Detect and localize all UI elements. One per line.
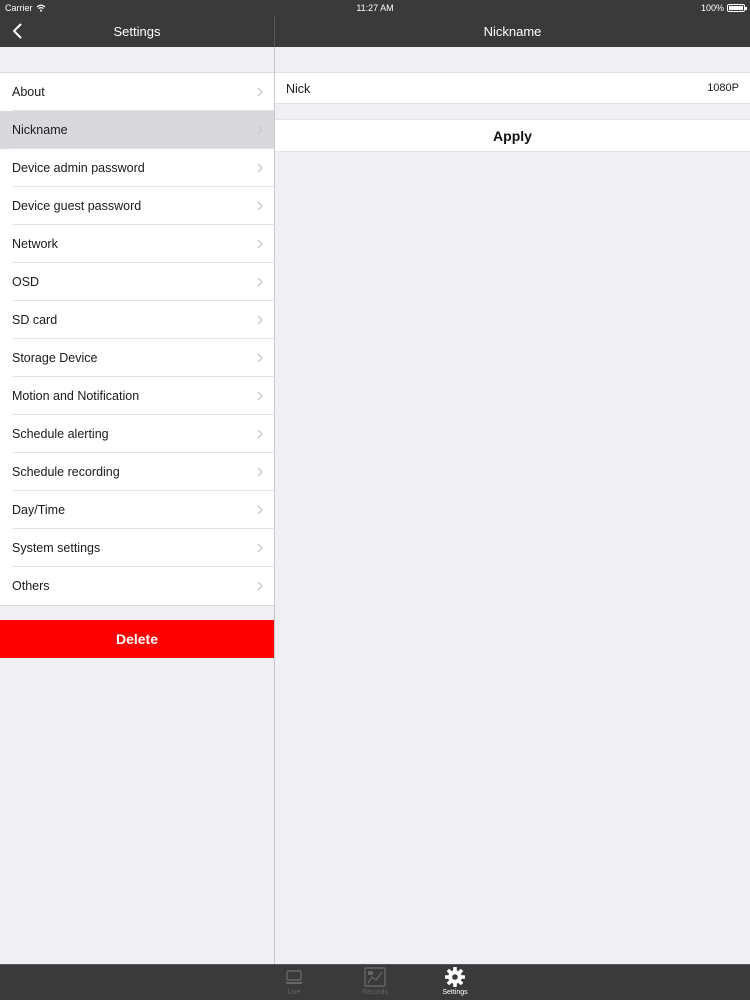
menu-item-label: System settings bbox=[12, 541, 101, 555]
menu-item-label: Device admin password bbox=[12, 161, 145, 175]
nickname-input[interactable] bbox=[286, 80, 666, 98]
settings-menu-item-8[interactable]: Motion and Notification bbox=[0, 377, 274, 415]
chevron-right-icon bbox=[257, 429, 263, 439]
chevron-right-icon bbox=[257, 315, 263, 325]
settings-menu-item-11[interactable]: Day/Time bbox=[0, 491, 274, 529]
menu-item-label: Device guest password bbox=[12, 199, 142, 213]
laptop-icon bbox=[285, 970, 303, 984]
chevron-right-icon bbox=[257, 353, 263, 363]
menu-item-label: Storage Device bbox=[12, 351, 98, 365]
chevron-right-icon bbox=[257, 581, 263, 591]
settings-menu: About Nickname Device admin password Dev… bbox=[0, 72, 274, 606]
tab-records-label: Records bbox=[361, 989, 389, 996]
menu-item-label: About bbox=[12, 85, 45, 99]
chevron-right-icon bbox=[257, 125, 263, 135]
resolution-label: 1080P bbox=[707, 82, 739, 94]
detail-nav: Nickname bbox=[275, 16, 750, 47]
chevron-right-icon bbox=[257, 163, 263, 173]
status-time: 11:27 AM bbox=[356, 3, 394, 13]
settings-menu-item-3[interactable]: Device guest password bbox=[0, 187, 274, 225]
menu-item-label: Nickname bbox=[12, 123, 68, 137]
settings-menu-item-7[interactable]: Storage Device bbox=[0, 339, 274, 377]
master-nav: Settings bbox=[0, 16, 274, 47]
menu-item-label: Motion and Notification bbox=[12, 389, 140, 403]
chevron-right-icon bbox=[257, 277, 263, 287]
menu-item-label: SD card bbox=[12, 313, 58, 327]
tab-live[interactable]: Live bbox=[264, 967, 324, 999]
menu-item-label: Schedule alerting bbox=[12, 427, 109, 441]
chevron-right-icon bbox=[257, 201, 263, 211]
battery-percent: 100% bbox=[700, 3, 724, 13]
master-title: Settings bbox=[113, 24, 161, 39]
menu-item-label: Day/Time bbox=[12, 503, 66, 517]
navigation-bar: Settings Nickname bbox=[0, 16, 750, 47]
settings-menu-item-0[interactable]: About bbox=[0, 73, 274, 111]
chevron-right-icon bbox=[257, 505, 263, 515]
settings-menu-item-4[interactable]: Network bbox=[0, 225, 274, 263]
menu-item-label: Schedule recording bbox=[12, 465, 120, 479]
apply-button[interactable]: Apply bbox=[275, 119, 750, 152]
delete-button[interactable]: Delete bbox=[0, 620, 274, 658]
settings-menu-item-1[interactable]: Nickname bbox=[0, 111, 274, 149]
chevron-right-icon bbox=[257, 543, 263, 553]
records-icon bbox=[364, 967, 386, 987]
menu-item-label: Network bbox=[12, 237, 58, 251]
settings-menu-item-12[interactable]: System settings bbox=[0, 529, 274, 567]
gear-icon bbox=[445, 967, 465, 987]
settings-menu-item-2[interactable]: Device admin password bbox=[0, 149, 274, 187]
chevron-right-icon bbox=[257, 467, 263, 477]
nickname-row: 1080P bbox=[275, 72, 750, 104]
settings-menu-item-13[interactable]: Others bbox=[0, 567, 274, 605]
chevron-right-icon bbox=[257, 239, 263, 249]
tab-records[interactable]: Records bbox=[345, 967, 405, 999]
battery-icon bbox=[727, 4, 747, 12]
detail-title: Nickname bbox=[483, 24, 542, 39]
tab-bar: Live Records Settings bbox=[0, 964, 750, 1000]
settings-menu-item-6[interactable]: SD card bbox=[0, 301, 274, 339]
chevron-right-icon bbox=[257, 87, 263, 97]
status-bar: Carrier 11:27 AM 100% bbox=[0, 0, 750, 16]
tab-settings[interactable]: Settings bbox=[425, 967, 485, 999]
tab-settings-label: Settings bbox=[442, 989, 468, 996]
tab-live-label: Live bbox=[287, 989, 301, 996]
chevron-right-icon bbox=[257, 391, 263, 401]
menu-item-label: OSD bbox=[12, 275, 40, 289]
nickname-detail-pane: 1080P Apply bbox=[275, 47, 750, 964]
battery-indicator: 100% bbox=[700, 3, 747, 13]
settings-master-pane: About Nickname Device admin password Dev… bbox=[0, 47, 274, 964]
settings-menu-item-10[interactable]: Schedule recording bbox=[0, 453, 274, 491]
menu-item-label: Others bbox=[12, 579, 50, 593]
settings-menu-item-5[interactable]: OSD bbox=[0, 263, 274, 301]
settings-menu-item-9[interactable]: Schedule alerting bbox=[0, 415, 274, 453]
